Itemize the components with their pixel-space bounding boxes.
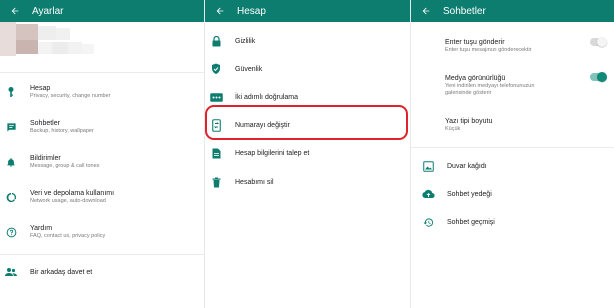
chats-app-bar: Sohbetler <box>411 0 614 22</box>
settings-item-label: Yardım <box>30 225 53 232</box>
dots-icon <box>205 92 227 102</box>
account-item-privacy[interactable]: Gizlilik <box>205 34 410 48</box>
data-usage-icon <box>0 192 22 203</box>
settings-item-data-storage[interactable]: Veri ve depolama kullanımı Network usage… <box>0 185 204 209</box>
chat-history-label: Sohbet geçmişi <box>447 218 495 226</box>
wallpaper-item[interactable]: Duvar kağıdı <box>411 159 614 173</box>
chats-panel: Sohbetler Enter tuşu gönderir Enter tuşu… <box>411 0 614 308</box>
chat-icon <box>0 122 22 133</box>
font-size-value: Küçük <box>445 126 461 132</box>
media-visibility-setting[interactable]: Medya görünürlüğü Yeni indirilen medyayı… <box>411 70 614 100</box>
account-panel: Hesap Gizlilik Güvenlik İki adımlı doğru… <box>205 0 410 308</box>
media-visibility-label: Medya görünürlüğü <box>445 74 506 82</box>
page-title: Ayarlar <box>32 5 64 17</box>
font-size-setting[interactable]: Yazı tipi boyutu Küçük <box>411 115 614 135</box>
account-item-label: Güvenlik <box>235 65 263 73</box>
back-arrow-icon[interactable] <box>8 4 22 18</box>
history-icon <box>417 217 439 228</box>
page-title: Hesap <box>237 5 266 17</box>
lock-icon <box>205 35 227 47</box>
back-arrow-icon[interactable] <box>419 4 433 18</box>
wallpaper-icon <box>417 160 439 172</box>
media-visibility-subtitle: Yeni indirilen medyayı telefonunuzun <box>445 82 535 89</box>
account-item-two-step[interactable]: İki adımlı doğrulama <box>205 90 410 104</box>
account-item-label: İki adımlı doğrulama <box>235 93 299 101</box>
cloud-upload-icon <box>417 189 439 199</box>
profile-header[interactable] <box>0 22 204 72</box>
settings-item-subtitle: Network usage, auto-download <box>30 198 106 204</box>
settings-item-help[interactable]: Yardım FAQ, contact us, privacy policy <box>0 220 204 244</box>
settings-app-bar: Ayarlar <box>0 0 204 22</box>
back-arrow-icon[interactable] <box>213 4 227 18</box>
chat-backup-item[interactable]: Sohbet yedeği <box>411 187 614 201</box>
enter-is-send-toggle[interactable] <box>590 37 607 47</box>
help-icon <box>0 227 22 238</box>
shield-icon <box>205 63 227 75</box>
group-icon <box>0 267 22 277</box>
settings-item-account[interactable]: Hesap Privacy, security, change number <box>0 80 204 104</box>
chat-backup-label: Sohbet yedeği <box>447 190 492 198</box>
enter-is-send-subtitle: Enter tuşu mesajınızı gönderecektir <box>445 47 532 53</box>
document-icon <box>205 148 227 159</box>
page-title: Sohbetler <box>443 5 486 17</box>
account-item-request-info[interactable]: Hesap bilgilerini talep et <box>205 146 410 160</box>
account-app-bar: Hesap <box>205 0 410 22</box>
font-size-label: Yazı tipi boyutu <box>445 118 493 125</box>
account-item-label: Gizlilik <box>235 37 256 45</box>
settings-item-label: Sohbetler <box>30 120 60 127</box>
settings-item-subtitle: Backup, history, wallpaper <box>30 128 94 134</box>
media-visibility-subtitle-2: galerisinde gösterir <box>445 89 492 96</box>
settings-item-label: Hesap <box>30 85 51 92</box>
trash-icon <box>205 177 227 188</box>
settings-item-chats[interactable]: Sohbetler Backup, history, wallpaper <box>0 115 204 139</box>
account-item-security[interactable]: Güvenlik <box>205 62 410 76</box>
account-item-delete[interactable]: Hesabımı sil <box>205 175 410 189</box>
settings-item-subtitle: FAQ, contact us, privacy policy <box>30 233 106 239</box>
settings-item-notifications[interactable]: Bildirimler Message, group & call tones <box>0 150 204 174</box>
settings-panel: Ayarlar Hesap Privacy, security, change … <box>0 0 204 308</box>
phone-change-icon <box>205 118 227 132</box>
account-item-change-number[interactable]: Numarayı değiştir <box>205 117 410 133</box>
invite-friend-item[interactable]: Bir arkadaş davet et <box>0 264 204 280</box>
divider <box>0 72 204 73</box>
enter-is-send-label: Enter tuşu gönderir <box>445 39 505 46</box>
settings-item-label: Bildirimler <box>30 155 61 162</box>
enter-is-send-setting[interactable]: Enter tuşu gönderir Enter tuşu mesajınız… <box>411 36 614 56</box>
settings-item-subtitle: Privacy, security, change number <box>30 93 111 99</box>
divider <box>0 254 204 255</box>
settings-item-subtitle: Message, group & call tones <box>30 163 100 169</box>
invite-friend-label: Bir arkadaş davet et <box>30 268 93 276</box>
media-visibility-toggle[interactable] <box>590 72 607 82</box>
account-item-label: Numarayı değiştir <box>235 121 290 129</box>
key-icon <box>0 86 22 98</box>
wallpaper-label: Duvar kağıdı <box>447 162 487 170</box>
divider <box>411 147 614 148</box>
settings-item-label: Veri ve depolama kullanımı <box>30 190 115 197</box>
chat-history-item[interactable]: Sohbet geçmişi <box>411 215 614 229</box>
bell-icon <box>0 157 22 168</box>
account-item-label: Hesabımı sil <box>235 178 274 186</box>
account-item-label: Hesap bilgilerini talep et <box>235 149 310 157</box>
